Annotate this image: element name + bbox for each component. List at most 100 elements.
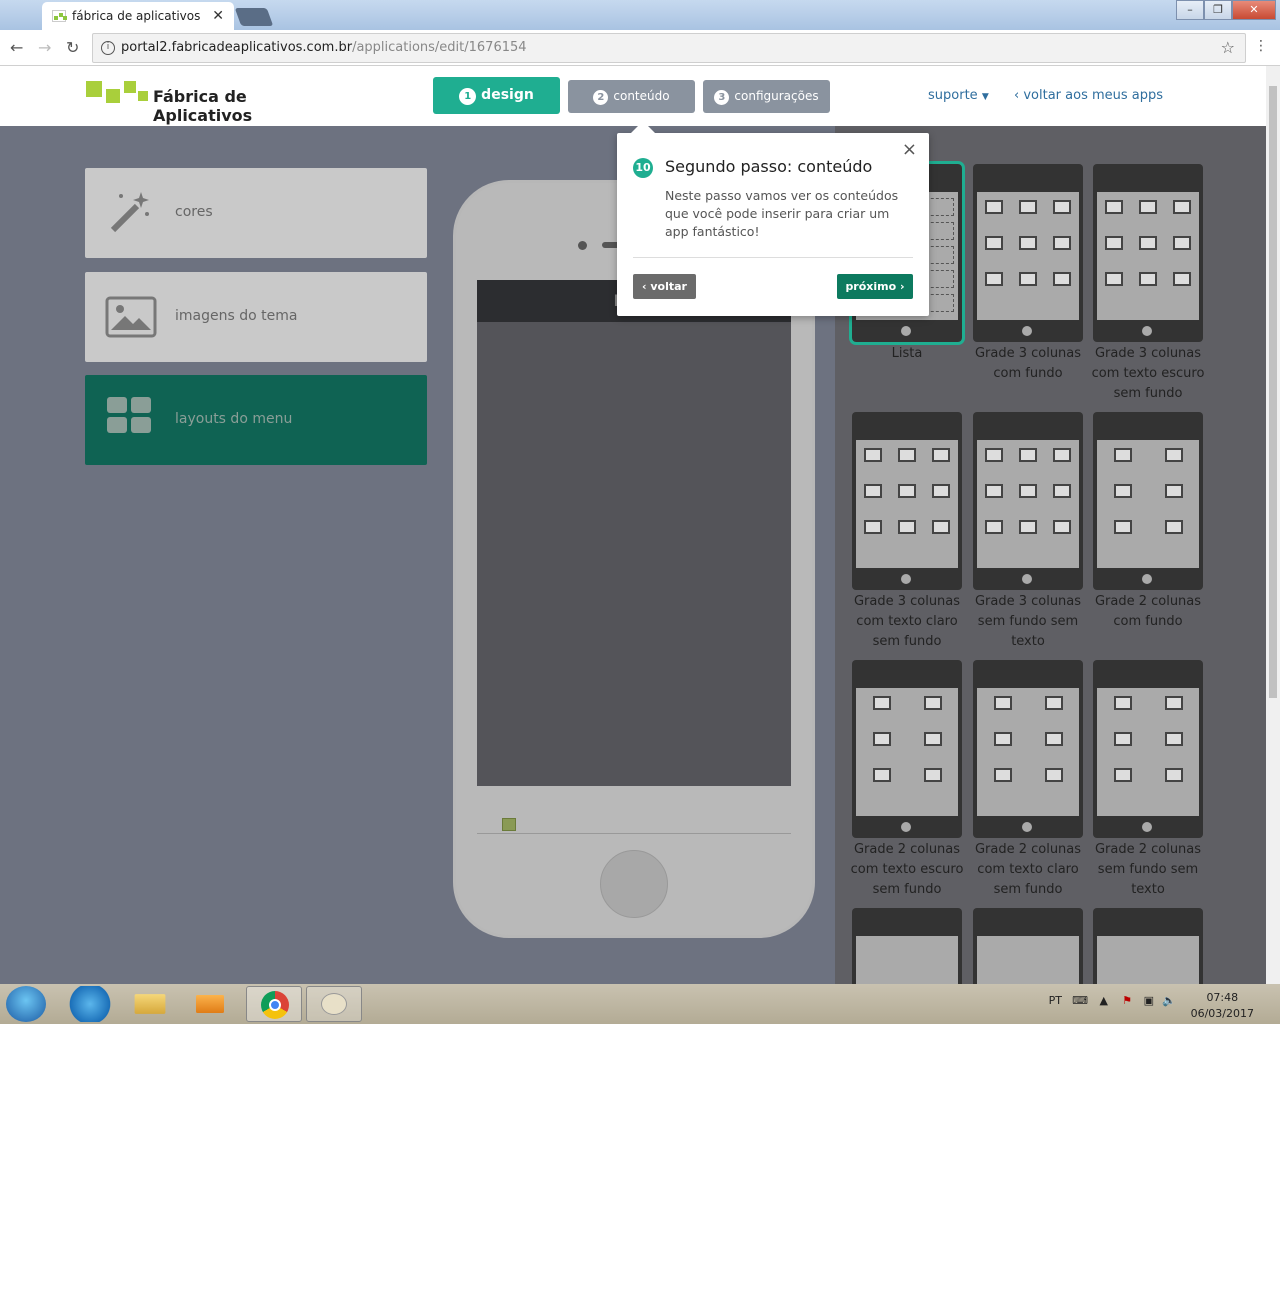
image-placeholder-icon [1019, 484, 1037, 498]
layout-caption: Lista [891, 346, 923, 361]
image-placeholder-icon [932, 448, 950, 462]
layout-option[interactable] [852, 412, 962, 590]
step-number: 2 [593, 90, 609, 105]
grid-icon [107, 397, 151, 433]
back-button[interactable]: ‹ voltar [633, 274, 696, 299]
home-dot [1142, 574, 1152, 584]
scrollbar-thumb[interactable] [1269, 86, 1277, 698]
layout-caption: Grade 3 colunas com texto escuro sem fun… [1091, 346, 1205, 401]
phone-screen: Nom [477, 280, 791, 786]
image-placeholder-icon [1164, 484, 1183, 498]
browser-menu-icon[interactable]: ⋮ [1254, 38, 1268, 54]
image-placeholder-icon [1173, 236, 1191, 250]
minimize-button[interactable]: – [1176, 0, 1204, 20]
paint-taskbar-button[interactable] [306, 986, 362, 1022]
media-player-icon[interactable] [196, 995, 224, 1013]
image-placeholder-icon [1053, 200, 1071, 214]
network-icon[interactable]: ▣ [1144, 994, 1154, 1007]
image-placeholder-icon [1113, 732, 1132, 746]
back-to-apps-link[interactable]: ‹ voltar aos meus apps [1014, 88, 1163, 103]
bookmark-star-icon[interactable]: ☆ [1221, 34, 1235, 62]
info-icon[interactable]: i [101, 41, 115, 55]
layout-option[interactable] [973, 660, 1083, 838]
image-placeholder-icon [1053, 520, 1071, 534]
sidebar-item-cores[interactable]: cores [85, 168, 427, 258]
keyboard-icon[interactable]: ⌨ [1072, 994, 1088, 1007]
maximize-button[interactable]: ❐ [1204, 0, 1232, 20]
back-to-apps-label: voltar aos meus apps [1023, 88, 1164, 103]
language-indicator[interactable]: PT [1049, 994, 1062, 1007]
small-logo-icon [502, 818, 516, 831]
step-configuracoes[interactable]: 3 configurações [703, 80, 830, 113]
close-icon[interactable]: × [902, 139, 917, 160]
tab-title: fábrica de aplicativos [72, 9, 201, 23]
image-placeholder-icon [1053, 272, 1071, 286]
step-design[interactable]: 1 design [433, 77, 560, 114]
start-button[interactable] [6, 986, 46, 1022]
folder-icon[interactable] [134, 994, 166, 1014]
back-arrow-icon[interactable]: ← [10, 38, 23, 57]
support-menu[interactable]: suporte ▼ [928, 88, 989, 103]
divider [633, 257, 913, 258]
clock-time: 07:48 [1206, 991, 1239, 1004]
image-placeholder-icon [1044, 768, 1063, 782]
favicon-icon [52, 10, 67, 22]
layout-caption: Grade 2 colunas com fundo [1094, 594, 1202, 629]
action-center-icon[interactable]: ⚑ [1122, 994, 1132, 1007]
next-button[interactable]: próximo › [837, 274, 913, 299]
step-label: conteúdo [613, 89, 670, 103]
app-header: Fábrica de Aplicativos 1 design 2 conteúdo… [0, 66, 1266, 126]
volume-icon[interactable]: 🔈 [1162, 994, 1176, 1007]
image-placeholder-icon [1044, 696, 1063, 710]
sidebar-item-label: imagens do tema [175, 308, 298, 324]
phone-camera [578, 241, 587, 250]
image-placeholder-icon [923, 696, 942, 710]
sidebar-item-imagens[interactable]: imagens do tema [85, 272, 427, 362]
home-dot [901, 326, 911, 336]
address-bar[interactable]: i portal2.fabricadeaplicativos.com.br/ap… [92, 33, 1246, 63]
image-placeholder-icon [1044, 732, 1063, 746]
show-hidden-icons[interactable]: ▲ [1100, 994, 1108, 1007]
image-placeholder-icon [985, 236, 1003, 250]
tab-close-icon[interactable]: ✕ [212, 8, 224, 24]
layout-caption: Grade 2 colunas com texto escuro sem fun… [850, 842, 964, 897]
image-placeholder-icon [864, 520, 882, 534]
layout-preview [1097, 688, 1199, 816]
phone-home-button [600, 850, 668, 918]
new-tab-button[interactable] [234, 8, 274, 26]
ie-icon[interactable] [62, 986, 118, 1022]
layout-option[interactable] [1093, 412, 1203, 590]
image-placeholder-icon [932, 484, 950, 498]
popover-text: Neste passo vamos ver os conteúdos que v… [665, 188, 899, 239]
image-placeholder-icon [1019, 200, 1037, 214]
chrome-taskbar-button[interactable] [246, 986, 302, 1022]
image-placeholder-icon [1105, 200, 1123, 214]
image-placeholder-icon [1164, 768, 1183, 782]
image-placeholder-icon [1139, 272, 1157, 286]
layout-option[interactable] [1093, 660, 1203, 838]
layout-option[interactable] [1093, 164, 1203, 342]
layout-preview [977, 192, 1079, 320]
reload-icon[interactable]: ↻ [66, 38, 79, 57]
image-placeholder-icon [993, 768, 1012, 782]
image-placeholder-icon [985, 200, 1003, 214]
sidebar-item-layouts[interactable]: layouts do menu [85, 375, 427, 465]
layout-option[interactable] [973, 412, 1083, 590]
layout-option[interactable] [852, 660, 962, 838]
clock[interactable]: 07:48 06/03/2017 [1191, 990, 1254, 1022]
tour-popover: × 10 Segundo passo: conteúdo Neste passo… [617, 121, 929, 316]
close-window-button[interactable]: ✕ [1232, 0, 1276, 20]
paint-icon [321, 993, 347, 1015]
image-placeholder-icon [985, 272, 1003, 286]
image-placeholder-icon [872, 732, 891, 746]
page-scrollbar[interactable] [1266, 66, 1280, 984]
layout-option[interactable] [973, 164, 1083, 342]
step-label: configurações [734, 89, 819, 103]
back-label: voltar [650, 280, 687, 293]
url-host: portal2.fabricadeaplicativos.com.br [121, 40, 353, 55]
logo[interactable]: Fábrica de Aplicativos [86, 81, 326, 125]
chevron-left-icon: ‹ [1014, 88, 1020, 103]
step-conteudo[interactable]: 2 conteúdo [568, 80, 695, 113]
forward-arrow-icon[interactable]: → [38, 38, 51, 57]
browser-tab[interactable]: fábrica de aplicativos ✕ [42, 2, 234, 30]
